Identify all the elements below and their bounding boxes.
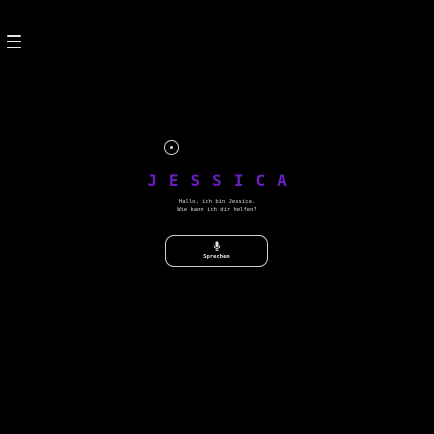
greeting-text: Hallo, ich bin Jessica. Wie kann ich dir…: [0, 198, 434, 214]
menu-button[interactable]: [7, 35, 21, 48]
greeting-line-1: Hallo, ich bin Jessica.: [178, 199, 256, 205]
microphone-icon: [213, 241, 220, 251]
speak-button[interactable]: Sprechen: [165, 235, 268, 267]
menu-icon-bar: [7, 35, 21, 37]
status-indicator-icon: [164, 140, 179, 155]
speak-button-label: Sprechen: [203, 254, 230, 260]
greeting-line-2: Wie kann ich dir helfen?: [177, 207, 257, 213]
menu-icon-bar: [7, 40, 21, 43]
menu-icon-bar: [7, 46, 21, 48]
status-dot: [170, 146, 173, 149]
assistant-title: JESSICA: [147, 171, 299, 190]
